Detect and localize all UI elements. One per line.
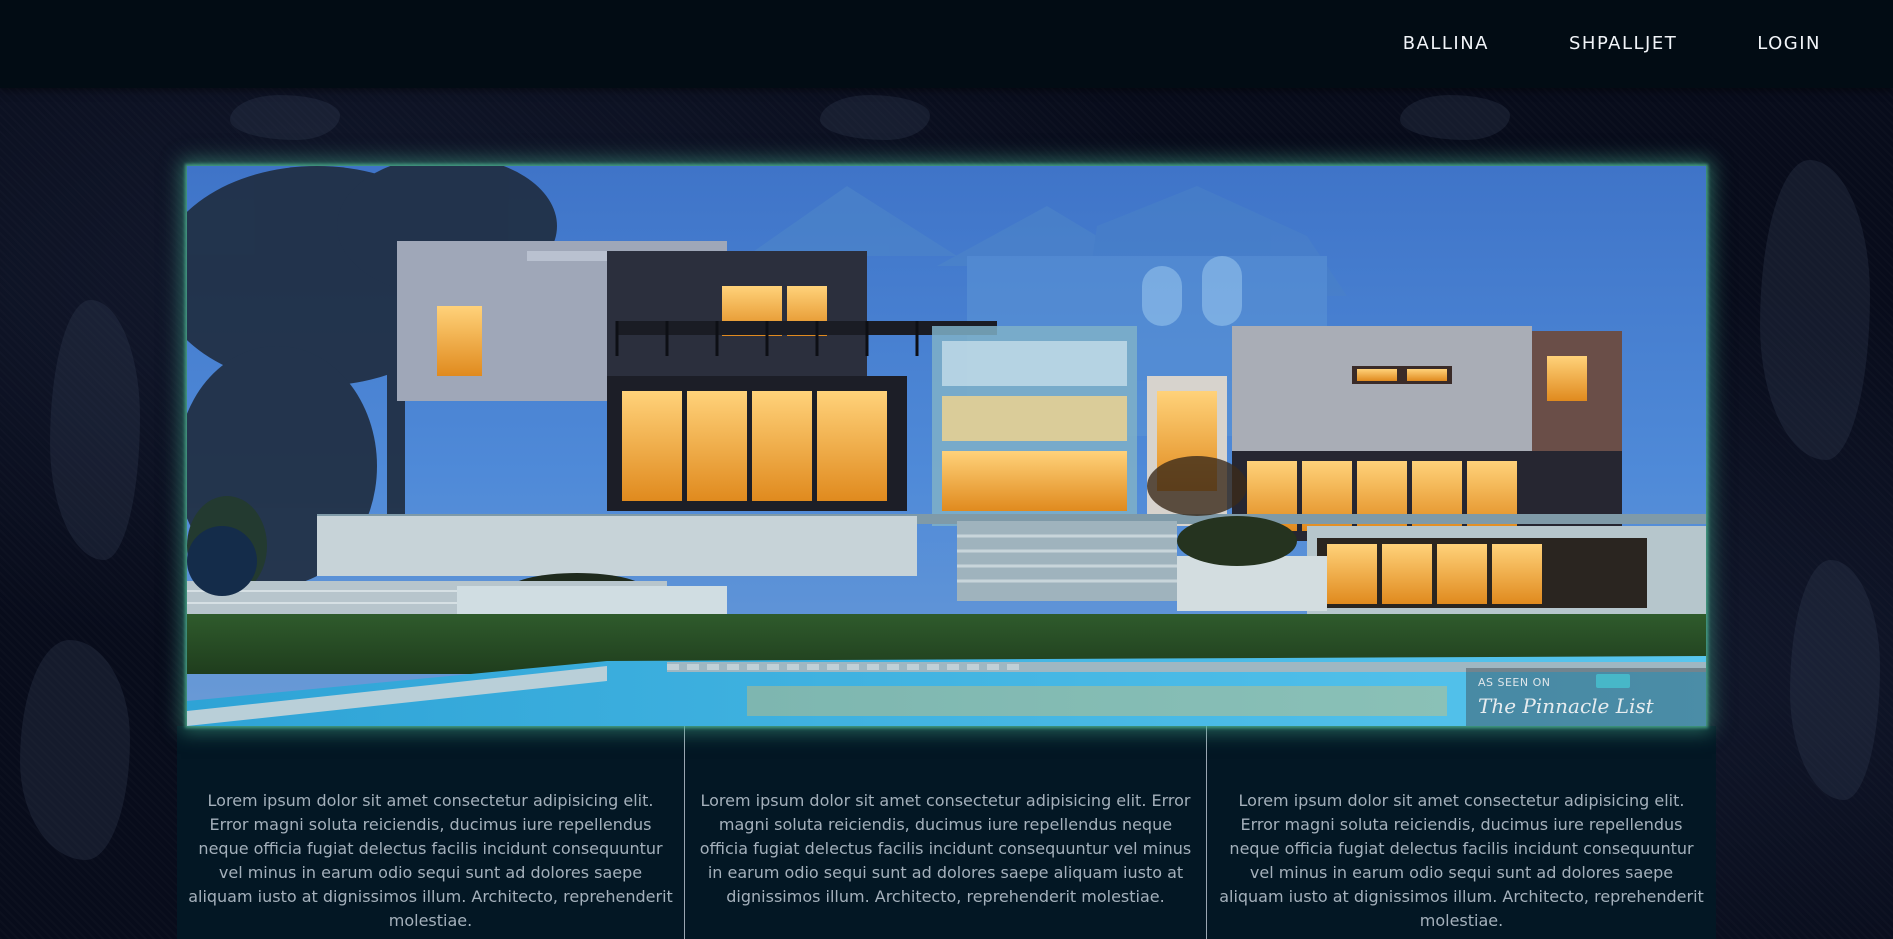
main-nav: BALLINA SHPALLJET LOGIN <box>1403 0 1893 86</box>
world-map-texture <box>230 95 340 140</box>
watermark-line2: The Pinnacle List <box>1478 694 1654 718</box>
world-map-texture <box>1400 95 1510 140</box>
world-map-texture <box>50 300 140 560</box>
info-panel: Lorem ipsum dolor sit amet consectetur a… <box>1207 726 1716 939</box>
world-map-texture <box>1760 160 1870 460</box>
info-panel: Lorem ipsum dolor sit amet consectetur a… <box>177 726 685 939</box>
world-map-texture <box>820 95 930 140</box>
panel-text: Lorem ipsum dolor sit amet consectetur a… <box>1219 791 1704 930</box>
world-map-texture <box>1790 560 1880 800</box>
watermark: AS SEEN ON The Pinnacle List <box>1466 668 1706 726</box>
watermark-line1: AS SEEN ON <box>1478 676 1551 689</box>
nav-link-shpalljet[interactable]: SHPALLJET <box>1569 33 1677 54</box>
top-navigation-bar: BALLINA SHPALLJET LOGIN <box>0 0 1893 88</box>
nav-link-ballina[interactable]: BALLINA <box>1403 33 1489 54</box>
panel-text: Lorem ipsum dolor sit amet consectetur a… <box>188 791 673 930</box>
hero-image: AS SEEN ON The Pinnacle List <box>187 166 1706 726</box>
house-illustration <box>187 166 1706 726</box>
info-panel: Lorem ipsum dolor sit amet consectetur a… <box>685 726 1207 939</box>
info-panels: Lorem ipsum dolor sit amet consectetur a… <box>177 726 1716 939</box>
world-map-texture <box>20 640 130 860</box>
nav-link-login[interactable]: LOGIN <box>1757 33 1821 54</box>
watermark-badge <box>1596 674 1630 688</box>
panel-text: Lorem ipsum dolor sit amet consectetur a… <box>699 791 1192 906</box>
page: BALLINA SHPALLJET LOGIN AS SEEN ON The P… <box>0 0 1893 939</box>
